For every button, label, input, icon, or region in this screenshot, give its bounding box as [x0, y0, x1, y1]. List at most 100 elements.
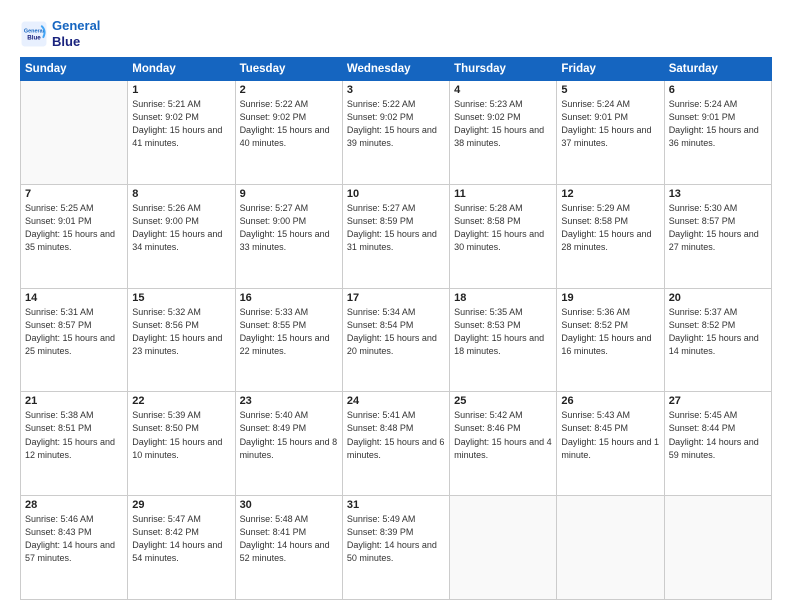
- weekday-header-sunday: Sunday: [21, 58, 128, 81]
- calendar-cell: 13 Sunrise: 5:30 AM Sunset: 8:57 PM Dayl…: [664, 184, 771, 288]
- calendar-cell: 8 Sunrise: 5:26 AM Sunset: 9:00 PM Dayli…: [128, 184, 235, 288]
- day-info: Sunrise: 5:24 AM Sunset: 9:01 PM Dayligh…: [669, 98, 767, 150]
- calendar-cell: [21, 81, 128, 185]
- day-number: 25: [454, 395, 552, 407]
- day-number: 29: [132, 499, 230, 511]
- day-info: Sunrise: 5:36 AM Sunset: 8:52 PM Dayligh…: [561, 306, 659, 358]
- calendar-cell: 20 Sunrise: 5:37 AM Sunset: 8:52 PM Dayl…: [664, 288, 771, 392]
- calendar-header-row: SundayMondayTuesdayWednesdayThursdayFrid…: [21, 58, 772, 81]
- calendar-cell: 3 Sunrise: 5:22 AM Sunset: 9:02 PM Dayli…: [342, 81, 449, 185]
- calendar-cell: 17 Sunrise: 5:34 AM Sunset: 8:54 PM Dayl…: [342, 288, 449, 392]
- calendar-cell: 12 Sunrise: 5:29 AM Sunset: 8:58 PM Dayl…: [557, 184, 664, 288]
- weekday-header-monday: Monday: [128, 58, 235, 81]
- day-number: 17: [347, 292, 445, 304]
- logo-icon: General Blue: [20, 20, 48, 48]
- day-info: Sunrise: 5:43 AM Sunset: 8:45 PM Dayligh…: [561, 409, 659, 461]
- calendar-week-4: 21 Sunrise: 5:38 AM Sunset: 8:51 PM Dayl…: [21, 392, 772, 496]
- weekday-header-thursday: Thursday: [450, 58, 557, 81]
- day-number: 26: [561, 395, 659, 407]
- calendar-cell: 23 Sunrise: 5:40 AM Sunset: 8:49 PM Dayl…: [235, 392, 342, 496]
- calendar-cell: 1 Sunrise: 5:21 AM Sunset: 9:02 PM Dayli…: [128, 81, 235, 185]
- calendar-cell: 16 Sunrise: 5:33 AM Sunset: 8:55 PM Dayl…: [235, 288, 342, 392]
- day-info: Sunrise: 5:48 AM Sunset: 8:41 PM Dayligh…: [240, 513, 338, 565]
- calendar-cell: [664, 496, 771, 600]
- calendar-cell: 27 Sunrise: 5:45 AM Sunset: 8:44 PM Dayl…: [664, 392, 771, 496]
- day-info: Sunrise: 5:22 AM Sunset: 9:02 PM Dayligh…: [240, 98, 338, 150]
- calendar-cell: 9 Sunrise: 5:27 AM Sunset: 9:00 PM Dayli…: [235, 184, 342, 288]
- weekday-header-wednesday: Wednesday: [342, 58, 449, 81]
- day-info: Sunrise: 5:29 AM Sunset: 8:58 PM Dayligh…: [561, 202, 659, 254]
- calendar-cell: 2 Sunrise: 5:22 AM Sunset: 9:02 PM Dayli…: [235, 81, 342, 185]
- calendar-cell: 6 Sunrise: 5:24 AM Sunset: 9:01 PM Dayli…: [664, 81, 771, 185]
- weekday-header-tuesday: Tuesday: [235, 58, 342, 81]
- day-number: 16: [240, 292, 338, 304]
- day-number: 13: [669, 188, 767, 200]
- weekday-header-saturday: Saturday: [664, 58, 771, 81]
- day-number: 6: [669, 84, 767, 96]
- calendar-cell: 10 Sunrise: 5:27 AM Sunset: 8:59 PM Dayl…: [342, 184, 449, 288]
- day-info: Sunrise: 5:37 AM Sunset: 8:52 PM Dayligh…: [669, 306, 767, 358]
- logo: General Blue General Blue: [20, 18, 100, 49]
- calendar-cell: 7 Sunrise: 5:25 AM Sunset: 9:01 PM Dayli…: [21, 184, 128, 288]
- svg-text:General: General: [24, 28, 45, 34]
- day-number: 1: [132, 84, 230, 96]
- day-info: Sunrise: 5:25 AM Sunset: 9:01 PM Dayligh…: [25, 202, 123, 254]
- day-info: Sunrise: 5:31 AM Sunset: 8:57 PM Dayligh…: [25, 306, 123, 358]
- day-info: Sunrise: 5:21 AM Sunset: 9:02 PM Dayligh…: [132, 98, 230, 150]
- calendar-cell: 14 Sunrise: 5:31 AM Sunset: 8:57 PM Dayl…: [21, 288, 128, 392]
- calendar-cell: 11 Sunrise: 5:28 AM Sunset: 8:58 PM Dayl…: [450, 184, 557, 288]
- calendar-cell: 31 Sunrise: 5:49 AM Sunset: 8:39 PM Dayl…: [342, 496, 449, 600]
- calendar-cell: 24 Sunrise: 5:41 AM Sunset: 8:48 PM Dayl…: [342, 392, 449, 496]
- day-info: Sunrise: 5:26 AM Sunset: 9:00 PM Dayligh…: [132, 202, 230, 254]
- day-number: 20: [669, 292, 767, 304]
- day-number: 10: [347, 188, 445, 200]
- day-number: 19: [561, 292, 659, 304]
- day-number: 12: [561, 188, 659, 200]
- calendar-cell: [557, 496, 664, 600]
- calendar-cell: 5 Sunrise: 5:24 AM Sunset: 9:01 PM Dayli…: [557, 81, 664, 185]
- day-info: Sunrise: 5:33 AM Sunset: 8:55 PM Dayligh…: [240, 306, 338, 358]
- day-info: Sunrise: 5:27 AM Sunset: 9:00 PM Dayligh…: [240, 202, 338, 254]
- day-number: 2: [240, 84, 338, 96]
- day-number: 24: [347, 395, 445, 407]
- day-number: 14: [25, 292, 123, 304]
- weekday-header-friday: Friday: [557, 58, 664, 81]
- calendar-week-1: 1 Sunrise: 5:21 AM Sunset: 9:02 PM Dayli…: [21, 81, 772, 185]
- calendar-week-5: 28 Sunrise: 5:46 AM Sunset: 8:43 PM Dayl…: [21, 496, 772, 600]
- day-number: 3: [347, 84, 445, 96]
- calendar-cell: 22 Sunrise: 5:39 AM Sunset: 8:50 PM Dayl…: [128, 392, 235, 496]
- calendar: SundayMondayTuesdayWednesdayThursdayFrid…: [20, 57, 772, 600]
- day-info: Sunrise: 5:27 AM Sunset: 8:59 PM Dayligh…: [347, 202, 445, 254]
- day-info: Sunrise: 5:46 AM Sunset: 8:43 PM Dayligh…: [25, 513, 123, 565]
- day-info: Sunrise: 5:45 AM Sunset: 8:44 PM Dayligh…: [669, 409, 767, 461]
- day-number: 23: [240, 395, 338, 407]
- calendar-cell: [450, 496, 557, 600]
- calendar-week-3: 14 Sunrise: 5:31 AM Sunset: 8:57 PM Dayl…: [21, 288, 772, 392]
- day-number: 27: [669, 395, 767, 407]
- calendar-cell: 25 Sunrise: 5:42 AM Sunset: 8:46 PM Dayl…: [450, 392, 557, 496]
- day-number: 18: [454, 292, 552, 304]
- day-info: Sunrise: 5:49 AM Sunset: 8:39 PM Dayligh…: [347, 513, 445, 565]
- day-info: Sunrise: 5:47 AM Sunset: 8:42 PM Dayligh…: [132, 513, 230, 565]
- day-info: Sunrise: 5:40 AM Sunset: 8:49 PM Dayligh…: [240, 409, 338, 461]
- day-number: 28: [25, 499, 123, 511]
- day-info: Sunrise: 5:42 AM Sunset: 8:46 PM Dayligh…: [454, 409, 552, 461]
- day-number: 7: [25, 188, 123, 200]
- day-number: 22: [132, 395, 230, 407]
- day-number: 21: [25, 395, 123, 407]
- day-info: Sunrise: 5:23 AM Sunset: 9:02 PM Dayligh…: [454, 98, 552, 150]
- calendar-cell: 30 Sunrise: 5:48 AM Sunset: 8:41 PM Dayl…: [235, 496, 342, 600]
- day-info: Sunrise: 5:39 AM Sunset: 8:50 PM Dayligh…: [132, 409, 230, 461]
- calendar-cell: 19 Sunrise: 5:36 AM Sunset: 8:52 PM Dayl…: [557, 288, 664, 392]
- header: General Blue General Blue: [20, 18, 772, 49]
- day-number: 4: [454, 84, 552, 96]
- calendar-week-2: 7 Sunrise: 5:25 AM Sunset: 9:01 PM Dayli…: [21, 184, 772, 288]
- day-info: Sunrise: 5:24 AM Sunset: 9:01 PM Dayligh…: [561, 98, 659, 150]
- day-info: Sunrise: 5:30 AM Sunset: 8:57 PM Dayligh…: [669, 202, 767, 254]
- svg-text:Blue: Blue: [27, 34, 41, 41]
- calendar-cell: 28 Sunrise: 5:46 AM Sunset: 8:43 PM Dayl…: [21, 496, 128, 600]
- day-number: 8: [132, 188, 230, 200]
- day-info: Sunrise: 5:35 AM Sunset: 8:53 PM Dayligh…: [454, 306, 552, 358]
- day-number: 15: [132, 292, 230, 304]
- calendar-cell: 15 Sunrise: 5:32 AM Sunset: 8:56 PM Dayl…: [128, 288, 235, 392]
